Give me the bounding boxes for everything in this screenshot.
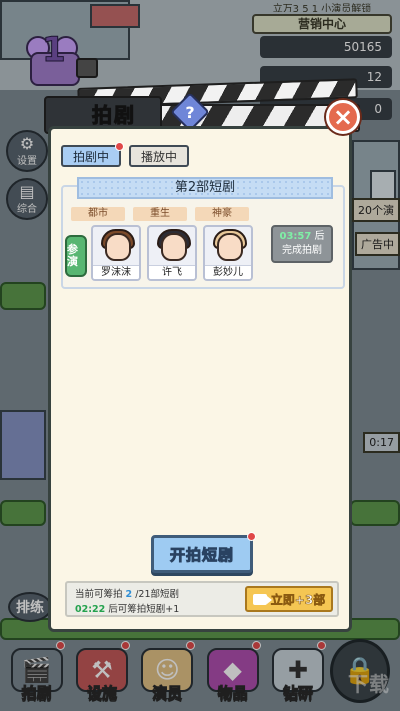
actor-list: 罗沫沫 许飞 彭妙儿 bbox=[91, 225, 253, 281]
production-quota-bar: 当前可筹拍 2 /21部短剧 02:22 后可筹拍短剧+1 立即+3部 bbox=[65, 581, 339, 617]
genre-tag: 都市 bbox=[71, 207, 125, 221]
actor-name: 彭妙儿 bbox=[205, 265, 251, 279]
tab-shooting[interactable]: 拍剧中 bbox=[61, 142, 125, 167]
actor-face bbox=[217, 233, 243, 261]
quota-text: 当前可筹拍 2 /21部短剧 bbox=[75, 586, 179, 600]
quota-timer-text: 02:22 后可筹拍短剧+1 bbox=[75, 601, 179, 615]
quota-current: 2 bbox=[125, 589, 133, 600]
finish-countdown: 03:57 后 完成拍剧 bbox=[271, 225, 333, 263]
quota-prefix: 当前可筹拍 bbox=[75, 589, 123, 600]
video-ad-icon bbox=[252, 593, 272, 605]
notification-dot bbox=[247, 532, 256, 541]
actor-name: 许飞 bbox=[149, 265, 195, 279]
genre-list: 都市 重生 神豪 bbox=[71, 207, 251, 221]
genre-tag: 重生 bbox=[133, 207, 187, 221]
drama-title: 第2部短剧 bbox=[77, 177, 333, 199]
finish-time: 03:57 bbox=[279, 231, 312, 242]
quota-timer: 02:22 bbox=[75, 604, 106, 615]
instant-plus-button[interactable]: 立即+3部 bbox=[245, 586, 333, 612]
actor-card[interactable]: 罗沫沫 bbox=[91, 225, 141, 281]
shoot-panel: 拍剧中 播放中 第2部短剧 都市 重生 神豪 参演 罗沫沫 许飞 彭妙儿 03:… bbox=[48, 126, 352, 632]
drama-card[interactable]: 第2部短剧 都市 重生 神豪 参演 罗沫沫 许飞 彭妙儿 03:57 后 完成拍… bbox=[61, 177, 345, 289]
cast-label: 参演 bbox=[65, 235, 87, 277]
close-button[interactable]: × bbox=[326, 100, 360, 134]
start-shooting-label: 开拍短剧 bbox=[169, 545, 234, 564]
tab-bar: 拍剧中 播放中 bbox=[61, 142, 190, 167]
question-icon: ? bbox=[185, 102, 195, 122]
notification-dot bbox=[115, 142, 125, 151]
actor-face bbox=[161, 233, 187, 261]
genre-tag: 神豪 bbox=[195, 207, 249, 221]
camera-lens bbox=[76, 58, 98, 78]
instant-plus-label: 立即+3部 bbox=[270, 592, 326, 607]
tab-airing[interactable]: 播放中 bbox=[129, 145, 190, 167]
finish-after: 后 bbox=[314, 231, 325, 242]
actor-card[interactable]: 许飞 bbox=[147, 225, 197, 281]
tab-label: 播放中 bbox=[141, 149, 178, 164]
close-icon: × bbox=[332, 103, 354, 131]
finish-label: 完成拍剧 bbox=[282, 245, 322, 256]
actor-name: 罗沫沫 bbox=[93, 265, 139, 279]
camera-level: 1 bbox=[42, 30, 67, 71]
modal-title: 拍剧 bbox=[92, 103, 136, 128]
start-shooting-button[interactable]: 开拍短剧 bbox=[151, 532, 256, 573]
actor-card[interactable]: 彭妙儿 bbox=[203, 225, 253, 281]
quota-suffix: /21部短剧 bbox=[135, 589, 179, 600]
tab-label: 拍剧中 bbox=[73, 149, 110, 164]
actor-face bbox=[105, 233, 131, 261]
quota-timer-suffix: 后可筹拍短剧+1 bbox=[108, 604, 180, 615]
